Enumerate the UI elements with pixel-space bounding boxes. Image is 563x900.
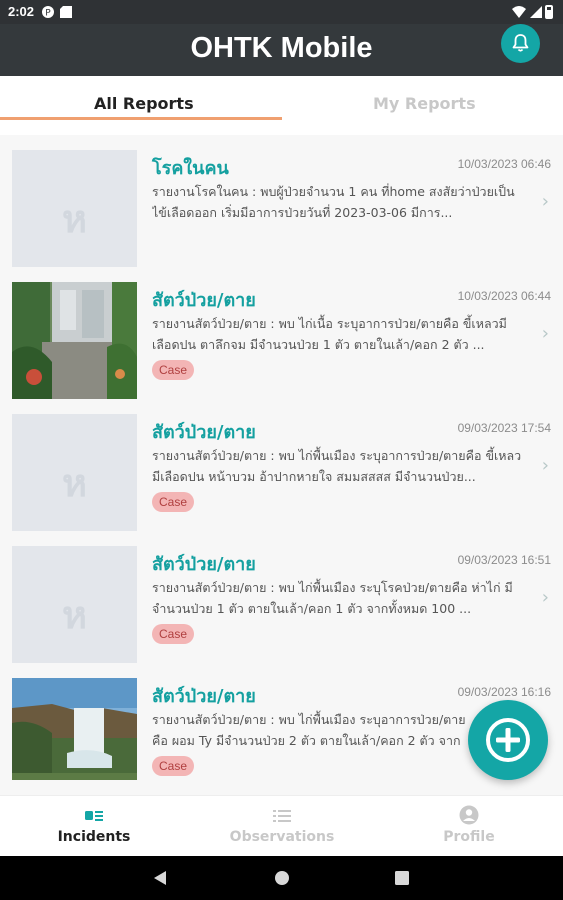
case-badge: Case xyxy=(152,756,195,776)
report-item[interactable]: ห สัตว์ป่วย/ตาย 09/03/2023 16:51 รายงานส… xyxy=(0,531,563,663)
wifi-icon xyxy=(512,6,526,18)
add-circle-icon xyxy=(486,718,530,762)
report-date: 10/03/2023 06:44 xyxy=(457,289,551,303)
app-header: OHTK Mobile xyxy=(0,24,563,76)
report-description: รายงานสัตว์ป่วย/ตาย : พบ ไก่เนื้อ ระบุอา… xyxy=(152,316,507,352)
report-date: 10/03/2023 06:46 xyxy=(457,157,551,171)
garden-photo xyxy=(12,282,137,399)
report-thumbnail-placeholder: ห xyxy=(12,546,137,663)
chevron-right-icon: › xyxy=(541,323,549,344)
report-item[interactable]: ห โรคในคน 10/03/2023 06:46 รายงานโรคในคน… xyxy=(0,135,563,267)
incidents-icon xyxy=(85,811,103,821)
battery-icon xyxy=(545,5,553,19)
home-icon[interactable] xyxy=(274,870,290,886)
report-list[interactable]: ห โรคในคน 10/03/2023 06:46 รายงานโรคในคน… xyxy=(0,135,563,795)
report-date: 09/03/2023 16:51 xyxy=(457,553,551,567)
report-description: รายงานสัตว์ป่วย/ตาย : พบ ไก่พื้นเมือง ระ… xyxy=(152,712,466,748)
case-badge: Case xyxy=(152,360,195,380)
nav-profile[interactable]: Profile xyxy=(375,796,563,857)
case-badge: Case xyxy=(152,624,195,644)
report-thumbnail-waterfall xyxy=(12,678,137,780)
app-title: OHTK Mobile xyxy=(190,32,373,64)
placeholder-logo-icon: ห xyxy=(61,199,88,241)
notifications-button[interactable] xyxy=(501,24,540,63)
nav-observations-label: Observations xyxy=(229,829,335,845)
report-title: โรคในคน xyxy=(152,158,229,179)
add-report-button[interactable] xyxy=(468,700,548,780)
waterfall-photo xyxy=(12,678,137,780)
list-icon xyxy=(273,810,291,822)
tab-all-reports[interactable]: All Reports xyxy=(94,94,194,113)
report-title: สัตว์ป่วย/ตาย xyxy=(152,686,256,707)
bottom-navigation: Incidents Observations Profile xyxy=(0,795,563,856)
placeholder-logo-icon: ห xyxy=(61,463,88,505)
placeholder-logo-icon: ห xyxy=(61,595,88,637)
case-badge: Case xyxy=(152,492,195,512)
report-thumbnail-placeholder: ห xyxy=(12,414,137,531)
nav-incidents[interactable]: Incidents xyxy=(0,796,188,857)
report-title: สัตว์ป่วย/ตาย xyxy=(152,554,256,575)
tab-my-reports[interactable]: My Reports xyxy=(373,94,476,113)
sd-card-icon xyxy=(60,6,72,18)
svg-text:P: P xyxy=(45,9,51,19)
chevron-right-icon: › xyxy=(541,191,549,212)
signal-icon xyxy=(530,6,542,18)
report-title: สัตว์ป่วย/ตาย xyxy=(152,290,256,311)
system-navigation-bar xyxy=(0,856,563,900)
recents-icon[interactable] xyxy=(395,871,409,885)
report-thumbnail-placeholder: ห xyxy=(12,150,137,267)
report-thumbnail-garden xyxy=(12,282,137,399)
status-time: 2:02 xyxy=(8,4,35,19)
report-item[interactable]: ห สัตว์ป่วย/ตาย 09/03/2023 17:54 รายงานส… xyxy=(0,399,563,531)
nav-incidents-label: Incidents xyxy=(57,829,131,845)
report-description: รายงานสัตว์ป่วย/ตาย : พบ ไก่พื้นเมือง ระ… xyxy=(152,448,522,484)
active-tab-indicator xyxy=(0,117,282,120)
report-title: สัตว์ป่วย/ตาย xyxy=(152,422,256,443)
report-description: รายงานโรคในคน : พบผู้ป่วยจำนวน 1 คน ที่h… xyxy=(152,184,515,220)
profile-icon xyxy=(459,805,479,825)
report-item[interactable]: สัตว์ป่วย/ตาย 10/03/2023 06:44 รายงานสัต… xyxy=(0,267,563,399)
report-date: 09/03/2023 16:16 xyxy=(457,685,551,699)
nav-observations[interactable]: Observations xyxy=(188,796,376,857)
chevron-right-icon: › xyxy=(541,587,549,608)
bell-icon xyxy=(512,34,529,52)
report-description: รายงานสัตว์ป่วย/ตาย : พบ ไก่พื้นเมือง ระ… xyxy=(152,580,513,616)
back-icon[interactable] xyxy=(153,870,167,886)
nav-profile-label: Profile xyxy=(443,829,495,845)
report-tabs: All Reports My Reports xyxy=(0,76,563,122)
chevron-right-icon: › xyxy=(541,455,549,476)
status-bar: 2:02 P xyxy=(0,0,563,24)
report-date: 09/03/2023 17:54 xyxy=(457,421,551,435)
notification-icon: P xyxy=(42,6,54,18)
